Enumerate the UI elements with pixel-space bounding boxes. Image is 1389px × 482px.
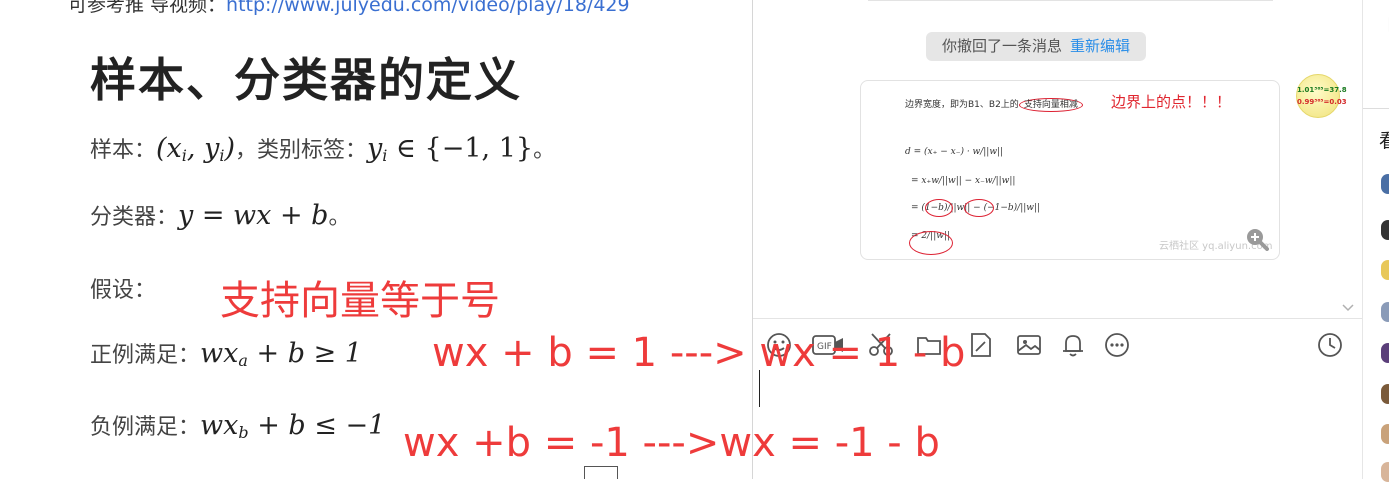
more-icon[interactable] xyxy=(1103,331,1131,359)
strip-heading-char: 看 xyxy=(1379,130,1389,152)
annotation-negative-equation: wx +b = -1 --->wx = -1 - b xyxy=(403,420,940,466)
chat-panel: 你撤回了一条消息 重新编辑 边界宽度，即为B1、B2上的 支持向量相减 边界上的点！… xyxy=(752,0,1363,479)
avatar[interactable]: 1.01³⁶⁵=37.8 0.99³⁶⁵=0.03 xyxy=(1296,74,1347,118)
strip-divider xyxy=(1363,108,1389,109)
document-pane: 可参考推 导视频：http://www.julyedu.com/video/pl… xyxy=(0,0,752,479)
zoom-in-icon[interactable] xyxy=(1245,227,1269,251)
history-icon[interactable] xyxy=(1316,331,1344,359)
right-side-strip: 【 看 xyxy=(1362,0,1389,482)
image-message-bubble[interactable]: 边界宽度，即为B1、B2上的 支持向量相减 边界上的点！！！ d = (x₊ − … xyxy=(860,80,1280,260)
contact-avatar[interactable] xyxy=(1381,384,1389,404)
recall-notice: 你撤回了一条消息 重新编辑 xyxy=(926,32,1147,61)
strip-bracket: 【 xyxy=(1379,14,1389,35)
positive-condition: 正例满足：wxa + b ≥ 1 xyxy=(90,337,362,370)
small-box-icon xyxy=(584,466,618,479)
annotation-support-vector: 支持向量等于号 xyxy=(220,278,500,324)
reference-line: 可参考推 导视频：http://www.julyedu.com/video/pl… xyxy=(68,0,630,17)
previous-message-edge xyxy=(868,0,1273,1)
bubble-red-annotation: 边界上的点！！！ xyxy=(1111,93,1232,111)
sample-math: (xi, yi) xyxy=(156,133,235,165)
input-divider xyxy=(753,318,1363,319)
recall-text: 你撤回了一条消息 xyxy=(942,37,1063,55)
avatar-text-top: 1.01³⁶⁵=37.8 xyxy=(1297,86,1347,94)
red-circle-mark xyxy=(925,199,953,217)
positive-math: wxa + b ≥ 1 xyxy=(200,338,362,370)
reference-prefix: 可参考推 导视频： xyxy=(68,0,227,16)
classifier-math: y = wx + b xyxy=(178,200,329,231)
document-edit-icon[interactable] xyxy=(967,331,995,359)
contact-avatar[interactable] xyxy=(1381,220,1389,240)
bell-icon[interactable] xyxy=(1059,331,1087,359)
negative-math: wxb + b ≤ −1 xyxy=(200,410,386,442)
red-circle-mark xyxy=(909,231,953,255)
sample-label: 样本： xyxy=(90,138,157,163)
annotation-positive-equation: wx + b = 1 ---> wx = 1 - b xyxy=(432,330,966,376)
contact-avatar[interactable] xyxy=(1381,462,1389,482)
section-title: 样本、分类器的定义 xyxy=(90,53,522,107)
negative-condition: 负例满足：wxb + b ≤ −1 xyxy=(90,409,385,442)
contact-avatar[interactable] xyxy=(1381,302,1389,322)
negative-label: 负例满足： xyxy=(90,415,201,440)
collapse-icon[interactable] xyxy=(1341,300,1355,314)
red-circle-mark xyxy=(964,199,994,217)
sample-definition: 样本：(xi, yi)，类别标签：yi ∈ {−1, 1}。 xyxy=(90,132,555,165)
bubble-text-line: 边界宽度，即为B1、B2上的 支持向量相减 xyxy=(905,97,1083,112)
image-icon[interactable] xyxy=(1015,331,1043,359)
class-period: 。 xyxy=(533,138,556,163)
class-math: yi ∈ {−1, 1} xyxy=(367,133,534,165)
class-label: ，类别标签： xyxy=(235,138,368,163)
assumption: 假设： xyxy=(90,272,156,304)
classifier-definition: 分类器：y = wx + b。 xyxy=(90,199,350,231)
reference-link[interactable]: http://www.julyedu.com/video/play/18/429 xyxy=(226,0,630,16)
contact-avatar[interactable] xyxy=(1381,174,1389,194)
classifier-period: 。 xyxy=(328,205,351,230)
circled-phrase: 支持向量相减 xyxy=(1018,98,1083,112)
reedit-link[interactable]: 重新编辑 xyxy=(1070,37,1130,55)
bubble-formula-2: = x₊w/||w|| − x₋w/||w|| xyxy=(911,176,1016,186)
contact-avatar[interactable] xyxy=(1381,343,1389,363)
assumption-label: 假设： xyxy=(90,278,157,303)
positive-label: 正例满足： xyxy=(90,343,201,368)
contact-avatar[interactable] xyxy=(1381,424,1389,444)
contact-avatar[interactable] xyxy=(1381,260,1389,280)
bubble-formula-1: d = (x₊ − x₋) · w/||w|| xyxy=(905,147,1004,157)
avatar-text-bottom: 0.99³⁶⁵=0.03 xyxy=(1297,98,1347,106)
classifier-label: 分类器： xyxy=(90,205,179,230)
